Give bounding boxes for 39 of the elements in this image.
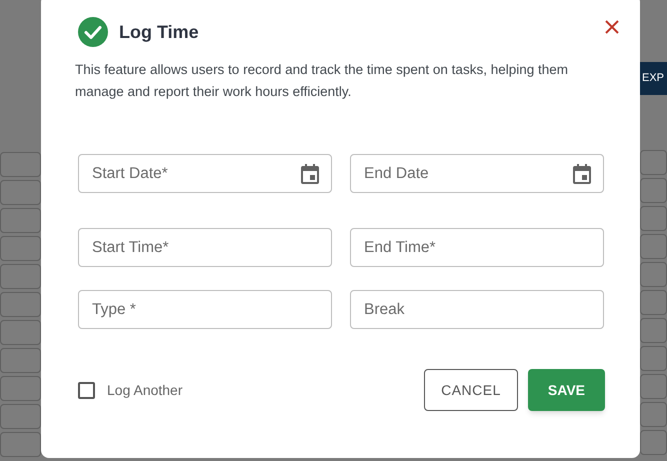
table-cell <box>0 264 41 289</box>
close-icon[interactable] <box>605 20 619 34</box>
table-cell <box>640 430 667 455</box>
input-field[interactable]: End Time* <box>350 228 604 267</box>
check-circle-icon <box>78 17 108 47</box>
table-cell <box>0 404 41 429</box>
date-field[interactable]: Start Date* <box>78 154 332 193</box>
input-field[interactable]: Start Time* <box>78 228 332 267</box>
input-field[interactable]: Break <box>350 290 604 329</box>
table-cell <box>0 152 41 177</box>
table-cell <box>640 178 667 203</box>
table-cell <box>0 376 41 401</box>
dialog-title: Log Time <box>119 20 199 44</box>
table-cell <box>0 180 41 205</box>
checkbox[interactable] <box>78 382 95 398</box>
table-cell <box>0 236 41 261</box>
table-cell <box>640 402 667 427</box>
checkbox-label: Log Another <box>107 380 183 400</box>
date-field[interactable]: End Date <box>350 154 604 193</box>
table-cell <box>640 262 667 287</box>
calendar-icon[interactable] <box>573 164 591 184</box>
table-cell <box>640 150 667 175</box>
table-cell <box>640 374 667 399</box>
save-button[interactable]: SAVE <box>528 369 605 411</box>
calendar-icon[interactable] <box>301 164 319 184</box>
table-cell <box>640 206 667 231</box>
description: This feature allows users to record and track the time spent on tasks, helping them manage and report their work hours efficiently. <box>75 61 569 101</box>
table-cell <box>0 292 41 317</box>
export-button[interactable]: EXP <box>640 62 667 95</box>
table-cell <box>640 318 667 343</box>
table-cell <box>0 208 41 233</box>
cancel-button[interactable]: CANCEL <box>424 369 518 411</box>
input-field[interactable]: Type * <box>78 290 332 329</box>
table-cell <box>0 320 41 345</box>
table-cell <box>0 348 41 373</box>
table-cell <box>640 290 667 315</box>
table-cell <box>640 346 667 371</box>
table-cell <box>640 234 667 259</box>
table-cell <box>0 432 41 457</box>
